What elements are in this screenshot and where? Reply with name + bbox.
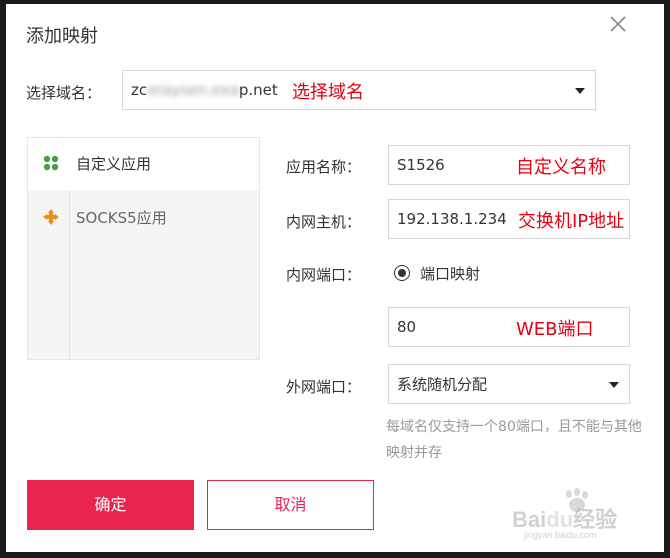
chevron-down-icon (575, 88, 585, 94)
app-item-label: 自定义应用 (76, 155, 152, 173)
port-mapping-radio-label: 端口映射 (420, 265, 481, 283)
domain-select-value: zcoraysen.exap.net (131, 81, 278, 99)
intranet-port-label: 内网端口： (286, 266, 362, 284)
watermark-url: jingyan.baidu.com (524, 530, 597, 540)
app-item-label: SOCKS5应用 (76, 209, 167, 227)
dialog-titlebar: 添加映射 (6, 4, 664, 60)
app-item-custom[interactable]: 自定义应用 (28, 138, 259, 190)
intranet-host-annotation: 交换机IP地址 (518, 211, 625, 232)
baidu-watermark-logo: Baidu经验 jingyan.baidu.com (512, 488, 642, 540)
cancel-button[interactable]: 取消 (207, 480, 374, 530)
confirm-button[interactable]: 确定 (27, 480, 194, 530)
add-mapping-dialog: 添加映射 选择域名： zcoraysen.exap.net 选择域名 自定义应用… (6, 4, 664, 552)
app-name-label: 应用名称： (286, 158, 362, 176)
app-type-list: 自定义应用 SOCKS5应用 (27, 137, 260, 360)
external-port-label: 外网端口： (286, 378, 362, 396)
app-item-socks5[interactable]: SOCKS5应用 (28, 192, 259, 244)
domain-annotation: 选择域名 (292, 82, 364, 103)
external-port-select-value: 系统随机分配 (397, 375, 488, 394)
intranet-host-label: 内网主机： (286, 213, 362, 231)
port-mapping-radio[interactable] (394, 265, 410, 281)
clover-icon (42, 154, 60, 172)
intranet-port-input[interactable]: 80 (388, 307, 630, 347)
port-hint-text: 每域名仅支持一个80端口，且不能与其他映射并存 (386, 419, 642, 461)
external-port-select[interactable]: 系统随机分配 (388, 364, 630, 404)
close-icon[interactable] (606, 12, 630, 36)
domain-label: 选择域名： (26, 84, 102, 102)
cross-arrows-icon (42, 208, 60, 226)
app-name-annotation: 自定义名称 (516, 157, 606, 178)
dialog-title: 添加映射 (26, 26, 98, 47)
intranet-port-annotation: WEB端口 (516, 319, 594, 340)
chevron-down-icon (609, 382, 619, 388)
